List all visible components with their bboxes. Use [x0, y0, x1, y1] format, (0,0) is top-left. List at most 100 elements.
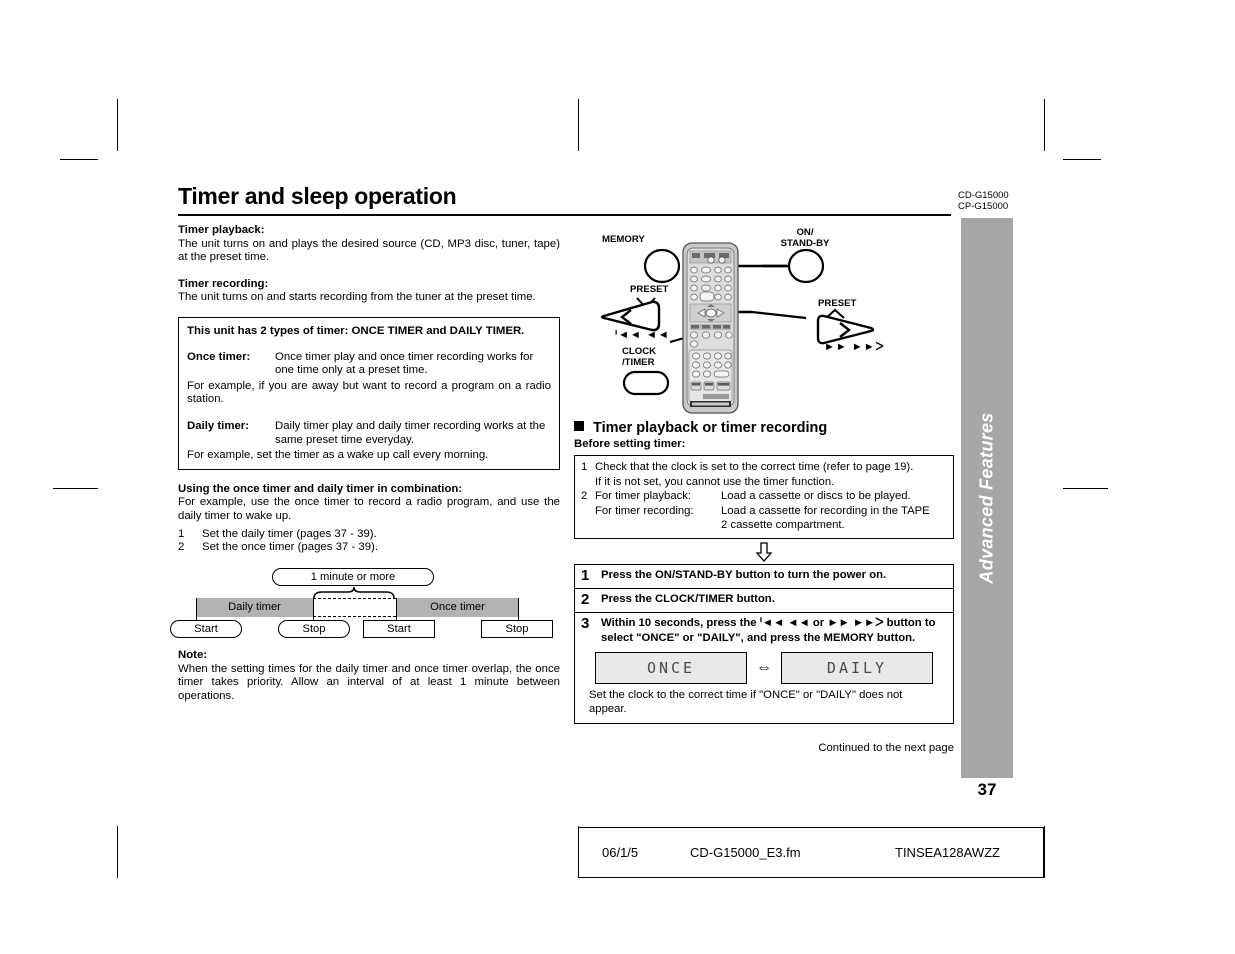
model-numbers: CD-G15000 CP-G15000	[958, 190, 1009, 212]
tick-once-start	[396, 597, 398, 622]
crop-mark-tc-v	[578, 99, 580, 151]
remote-control-illustration: MEMORY ON/ STAND-BY PRESET PRESET ᑊ◄◄ ◄◄…	[574, 224, 954, 420]
clock-timer-button-icon	[622, 370, 670, 396]
chapter-sidebar: Advanced Features	[961, 218, 1013, 778]
section-heading: Timer playback or timer recording	[574, 420, 954, 436]
once-timer-bar: Once timer	[396, 597, 519, 617]
memory-button-icon	[643, 248, 681, 284]
before-row-3b: 2 cassette compartment.	[581, 518, 947, 533]
timer-recording-heading: Timer recording:	[178, 277, 269, 290]
daily-timer-body: Daily timer play and daily timer recordi…	[275, 419, 546, 446]
tick-once-stop	[518, 597, 520, 622]
timer-playback-heading: Timer playback:	[178, 224, 265, 236]
before-row-1: 1 Check that the clock is set to the cor…	[581, 460, 947, 475]
square-bullet-icon	[574, 421, 584, 431]
before-row-2-number: 2	[581, 490, 588, 503]
before-row-1b-text: If it is not set, you cannot use the tim…	[595, 475, 835, 488]
note-heading: Note:	[178, 648, 208, 661]
gap-label-pill: 1 minute or more	[272, 567, 434, 586]
before-row-3-label: For timer recording:	[595, 504, 694, 517]
section-heading-text: Timer playback or timer recording	[593, 420, 828, 436]
before-row-3-text: Load a cassette for recording in the TAP…	[721, 504, 930, 517]
tick-daily-start	[196, 597, 198, 622]
before-row-1b-spacer	[581, 475, 595, 490]
crop-mark-mr-h	[1063, 488, 1108, 490]
timer-recording-body: The unit turns on and starts recording f…	[178, 291, 536, 304]
daily-timer-definition: Daily timer: Daily timer play and daily …	[187, 420, 551, 463]
daily-timer-bar: Daily timer	[196, 597, 313, 617]
document-page: Timer and sleep operation CD-G15000 CP-G…	[0, 0, 1235, 954]
combination-step-2-number: 2	[178, 540, 185, 553]
before-row-1-text: Check that the clock is set to the corre…	[595, 461, 914, 473]
crop-mark-tr-h	[1063, 159, 1101, 161]
title-divider	[178, 214, 951, 216]
before-row-2: 2 For timer playback: Load a cassette or…	[581, 489, 947, 504]
list-item: 1 Set the daily timer (pages 37 - 39).	[178, 528, 560, 541]
step-3-number: 3	[581, 614, 590, 632]
lcd-note: Set the clock to the correct time if "ON…	[589, 688, 903, 715]
before-row-3-spacer	[581, 504, 595, 519]
left-column: Timer playback: The unit turns on and pl…	[170, 224, 560, 703]
before-row-2-text: Load a cassette or discs to be played.	[721, 490, 911, 503]
daily-timer-example: For example, set the timer as a wake up …	[187, 449, 489, 462]
list-item: 2 Set the once timer (pages 37 - 39).	[178, 541, 560, 554]
crop-mark-bc-v	[578, 826, 580, 878]
daily-timer-term: Daily timer:	[187, 419, 250, 432]
timer-overlap-diagram: 1 minute or more Daily timer Once timer …	[170, 567, 560, 640]
footer-rule-top	[578, 827, 1044, 829]
once-start-label: Start	[363, 619, 435, 638]
timer-gap-dashed-box	[313, 597, 396, 617]
before-setting-heading: Before setting timer:	[574, 438, 686, 450]
note-body: When the setting times for the daily tim…	[178, 662, 560, 702]
lcd-daily-text: DAILY	[826, 658, 888, 677]
crop-mark-tr-v	[1044, 99, 1046, 151]
lcd-once-display: ONCE	[595, 651, 747, 684]
footer-rule-right	[1043, 827, 1045, 878]
combination-step-2-text: Set the once timer (pages 37 - 39).	[202, 540, 379, 553]
before-row-3b-text: 2 cassette compartment.	[721, 519, 845, 532]
crop-mark-tl-v	[117, 99, 119, 151]
steps-box: 1 Press the ON/STAND-BY button to turn t…	[574, 563, 954, 724]
timer-playback-body: The unit turns on and plays the desired …	[178, 237, 560, 264]
once-timer-example: For example, if you are away but want to…	[187, 379, 551, 406]
crop-mark-tl-h	[60, 159, 98, 161]
step-2: 2 Press the CLOCK/TIMER button.	[575, 589, 953, 613]
daily-start-label: Start	[170, 619, 242, 638]
crop-mark-ml-h	[53, 488, 98, 490]
footer-date: 06/1/5	[602, 845, 639, 860]
before-row-1b: If it is not set, you cannot use the tim…	[581, 475, 947, 490]
right-column: MEMORY ON/ STAND-BY PRESET PRESET ᑊ◄◄ ◄◄…	[574, 224, 954, 724]
footer-filename: CD-G15000_E3.fm	[690, 845, 801, 860]
page-number: 37	[977, 780, 997, 799]
on-standby-button-icon	[787, 248, 825, 284]
timer-types-panel: This unit has 2 types of timer: ONCE TIM…	[178, 316, 560, 470]
timer-types-heading: This unit has 2 types of timer: ONCE TIM…	[187, 324, 525, 337]
combination-body: For example, use the once timer to recor…	[178, 496, 560, 522]
remote-body-icon	[682, 242, 739, 414]
step-2-number: 2	[581, 590, 590, 608]
once-stop-label: Stop	[481, 619, 553, 638]
footer-rule-bottom	[578, 877, 1044, 879]
crop-mark-bl-v	[117, 826, 119, 878]
model-line-1: CD-G15000	[958, 190, 1009, 201]
model-line-2: CP-G15000	[958, 201, 1009, 212]
before-row-3b-spacer	[581, 518, 595, 533]
tick-daily-stop	[313, 597, 315, 622]
step-3: 3 Within 10 seconds, press the ᑊ◄◄ ◄◄ or…	[575, 613, 953, 723]
remote-diagram-svg	[600, 242, 875, 414]
continued-note: Continued to the next page	[818, 742, 954, 754]
lcd-display-row: ONCE ⇔ DAILY	[581, 646, 947, 686]
before-setting-box: 1 Check that the clock is set to the cor…	[574, 455, 954, 539]
lcd-daily-display: DAILY	[781, 651, 933, 684]
chapter-sidebar-label: Advanced Features	[976, 412, 997, 584]
combination-heading: Using the once timer and daily timer in …	[178, 482, 463, 495]
step-1: 1 Press the ON/STAND-BY button to turn t…	[575, 565, 953, 589]
before-row-3b-spacer2	[595, 518, 721, 533]
combination-step-1-text: Set the daily timer (pages 37 - 39).	[202, 527, 377, 540]
before-row-3: For timer recording: Load a cassette for…	[581, 504, 947, 519]
combination-steps: 1 Set the daily timer (pages 37 - 39). 2…	[178, 528, 560, 554]
down-arrow-icon	[755, 542, 773, 562]
step-1-text: Press the ON/STAND-BY button to turn the…	[601, 568, 887, 581]
step-1-number: 1	[581, 566, 590, 584]
step-3-text: Within 10 seconds, press the ᑊ◄◄ ◄◄ or ►…	[601, 616, 936, 644]
